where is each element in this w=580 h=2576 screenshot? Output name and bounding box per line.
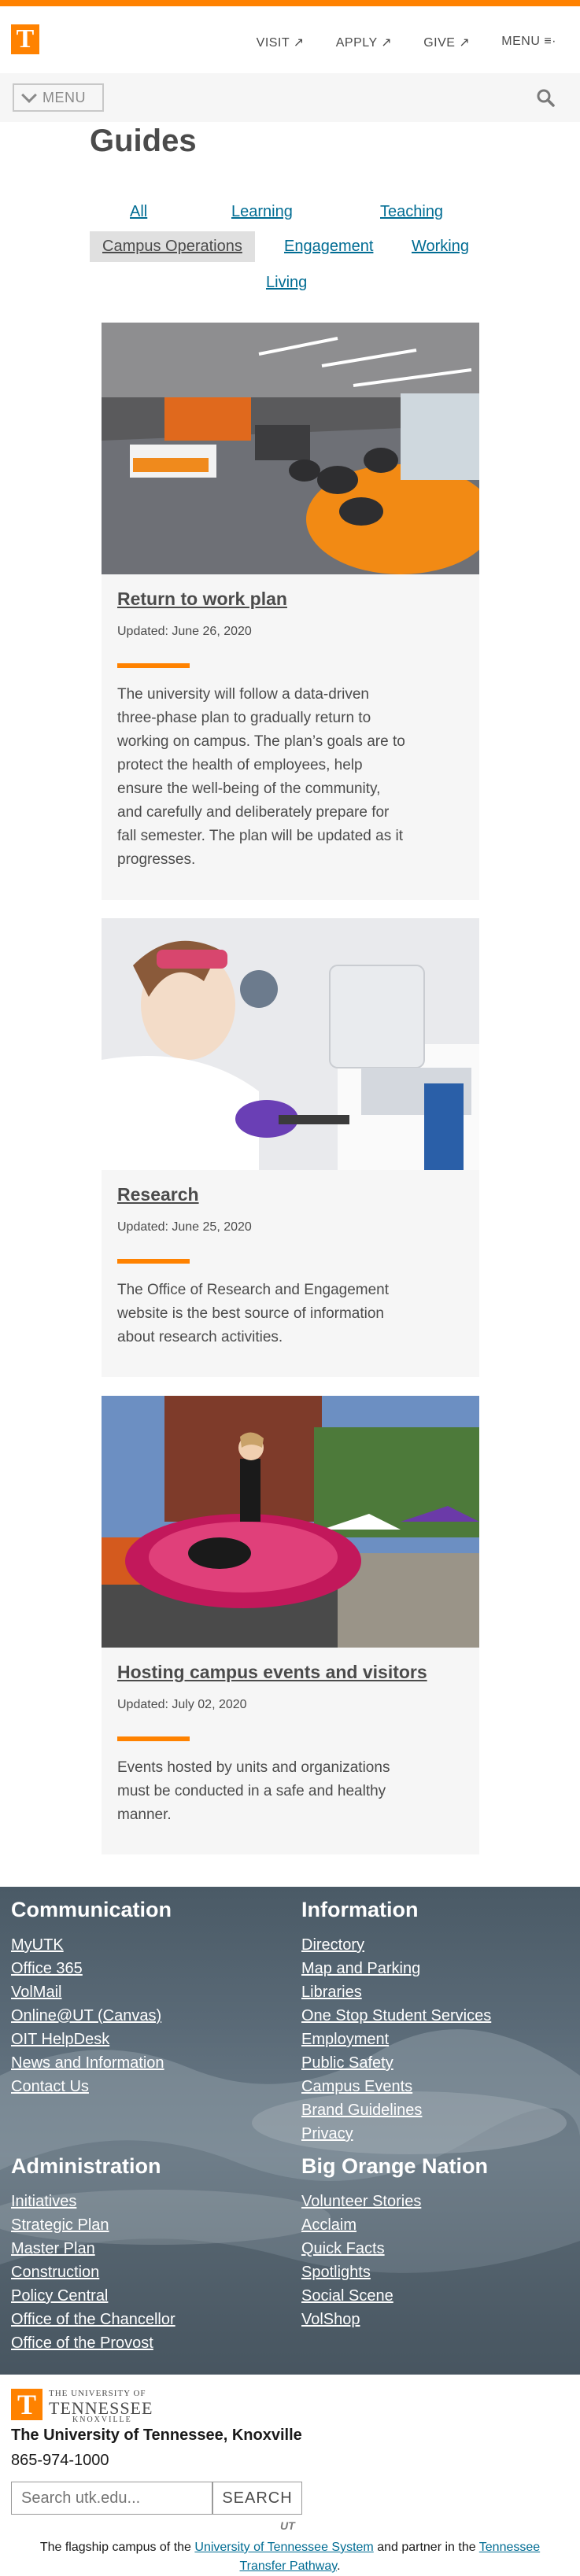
footer-link-employment[interactable]: Employment xyxy=(301,2028,491,2051)
site-footer: Communication MyUTK Office 365 VolMail O… xyxy=(0,1887,580,2375)
card-description: Events hosted by units and organizations… xyxy=(117,1759,390,1823)
wordmark-location: KNOXVILLE xyxy=(72,2415,132,2424)
card-divider xyxy=(117,1259,190,1264)
nav-visit[interactable]: VISIT ↗ xyxy=(257,35,305,50)
nav-apply[interactable]: APPLY ↗ xyxy=(336,35,392,50)
footer-link-construction[interactable]: Construction xyxy=(11,2260,175,2284)
footer-link-brand[interactable]: Brand Guidelines xyxy=(301,2098,491,2122)
filter-campus-operations[interactable]: Campus Operations xyxy=(90,231,255,262)
card-updated-date: Updated: June 26, 2020 xyxy=(117,625,252,638)
site-header: T VISIT ↗ APPLY ↗ GIVE ↗ MENU ≡· xyxy=(0,6,580,73)
office-lobby-image[interactable] xyxy=(102,323,479,574)
footer-heading: Communication xyxy=(11,1898,172,1921)
footer-heading: Big Orange Nation xyxy=(301,2154,489,2178)
footer-link-contact[interactable]: Contact Us xyxy=(11,2075,172,2098)
ut-logo[interactable]: T xyxy=(11,2389,42,2420)
flagship-statement: The flagship campus of the University of… xyxy=(39,2541,541,2573)
footer-link-policy[interactable]: Policy Central xyxy=(11,2284,175,2308)
search-button[interactable]: SEARCH xyxy=(212,2482,302,2515)
footer-link-directory[interactable]: Directory xyxy=(301,1933,491,1957)
card-title[interactable]: Hosting campus events and visitors xyxy=(117,1662,427,1683)
university-name: The University of Tennessee, Knoxville xyxy=(11,2427,302,2444)
footer-link-safety[interactable]: Public Safety xyxy=(301,2051,491,2075)
footer-link-social[interactable]: Social Scene xyxy=(301,2284,488,2308)
footer-link-myutk[interactable]: MyUTK xyxy=(11,1933,172,1957)
card-title[interactable]: Return to work plan xyxy=(117,589,287,610)
card-divider xyxy=(117,1736,190,1741)
card-description: The Office of Research and Engagement we… xyxy=(117,1282,390,1345)
footer-big-orange-nation: Big Orange Nation Volunteer Stories Accl… xyxy=(301,2154,488,2331)
campus-event-dancer-image[interactable] xyxy=(102,1396,479,1648)
footer-link-events[interactable]: Campus Events xyxy=(301,2075,491,2098)
menu-bar: MENU xyxy=(0,73,580,122)
footer-link-spotlights[interactable]: Spotlights xyxy=(301,2260,488,2284)
footer-link-volmail[interactable]: VolMail xyxy=(11,1980,172,2004)
footer-link-map[interactable]: Map and Parking xyxy=(301,1957,491,1980)
ut-system-mark: UT xyxy=(280,2519,295,2532)
footer-information: Information Directory Map and Parking Li… xyxy=(301,1898,491,2146)
wordmark-prefix: THE UNIVERSITY OF xyxy=(49,2389,146,2398)
menu-button[interactable]: MENU xyxy=(13,83,104,112)
filter-living[interactable]: Living xyxy=(266,274,307,292)
guide-card: Research Updated: June 25, 2020 The Offi… xyxy=(102,918,479,1377)
nav-give[interactable]: GIVE ↗ xyxy=(423,35,470,50)
footer-link-initiatives[interactable]: Initiatives xyxy=(11,2190,175,2213)
footer-link-canvas[interactable]: Online@UT (Canvas) xyxy=(11,2004,172,2028)
filter-teaching[interactable]: Teaching xyxy=(380,203,443,221)
footer-link-acclaim[interactable]: Acclaim xyxy=(301,2213,488,2237)
filter-working[interactable]: Working xyxy=(412,238,469,256)
top-accent-bar xyxy=(0,0,580,6)
card-divider xyxy=(117,663,190,668)
microscope-research-image[interactable] xyxy=(102,918,479,1170)
footer-communication: Communication MyUTK Office 365 VolMail O… xyxy=(11,1898,172,2098)
menu-button-label: MENU xyxy=(42,89,86,105)
card-updated-date: Updated: July 02, 2020 xyxy=(117,1698,247,1711)
footer-link-libraries[interactable]: Libraries xyxy=(301,1980,491,2004)
footer-heading: Administration xyxy=(11,2154,161,2178)
search-icon[interactable] xyxy=(536,88,555,107)
site-identity: T THE UNIVERSITY OF TENNESSEE KNOXVILLE … xyxy=(0,2375,580,2574)
card-updated-date: Updated: June 25, 2020 xyxy=(117,1220,252,1234)
footer-heading: Information xyxy=(301,1898,419,1921)
footer-link-privacy[interactable]: Privacy xyxy=(301,2122,491,2146)
footer-link-volunteer[interactable]: Volunteer Stories xyxy=(301,2190,488,2213)
filter-learning[interactable]: Learning xyxy=(231,203,293,221)
top-nav: VISIT ↗ APPLY ↗ GIVE ↗ MENU ≡· xyxy=(257,35,556,50)
filter-engagement[interactable]: Engagement xyxy=(284,238,373,256)
footer-link-onestop[interactable]: One Stop Student Services xyxy=(301,2004,491,2028)
footer-link-facts[interactable]: Quick Facts xyxy=(301,2237,488,2260)
footer-link-master[interactable]: Master Plan xyxy=(11,2237,175,2260)
filter-all[interactable]: All xyxy=(130,203,147,221)
ut-logo[interactable]: T xyxy=(11,24,39,54)
footer-administration: Administration Initiatives Strategic Pla… xyxy=(11,2154,175,2355)
nav-menu[interactable]: MENU ≡· xyxy=(501,35,556,50)
guide-card: Return to work plan Updated: June 26, 20… xyxy=(102,323,479,900)
card-description: The university will follow a data-driven… xyxy=(117,686,405,868)
footer-link-chancellor[interactable]: Office of the Chancellor xyxy=(11,2308,175,2331)
card-title[interactable]: Research xyxy=(117,1184,199,1205)
site-search-input[interactable] xyxy=(11,2482,212,2515)
footer-link-strategic[interactable]: Strategic Plan xyxy=(11,2213,175,2237)
footer-link-helpdesk[interactable]: OIT HelpDesk xyxy=(11,2028,172,2051)
footer-link-news[interactable]: News and Information xyxy=(11,2051,172,2075)
footer-link-volshop[interactable]: VolShop xyxy=(301,2308,488,2331)
footer-link-provost[interactable]: Office of the Provost xyxy=(11,2331,175,2355)
phone-number: 865-974-1000 xyxy=(11,2452,109,2469)
guide-card: Hosting campus events and visitors Updat… xyxy=(102,1396,479,1854)
ut-system-link[interactable]: University of Tennessee System xyxy=(194,2541,373,2554)
chevron-down-icon xyxy=(21,87,37,103)
footer-link-office365[interactable]: Office 365 xyxy=(11,1957,172,1980)
page-title: Guides xyxy=(90,124,197,158)
